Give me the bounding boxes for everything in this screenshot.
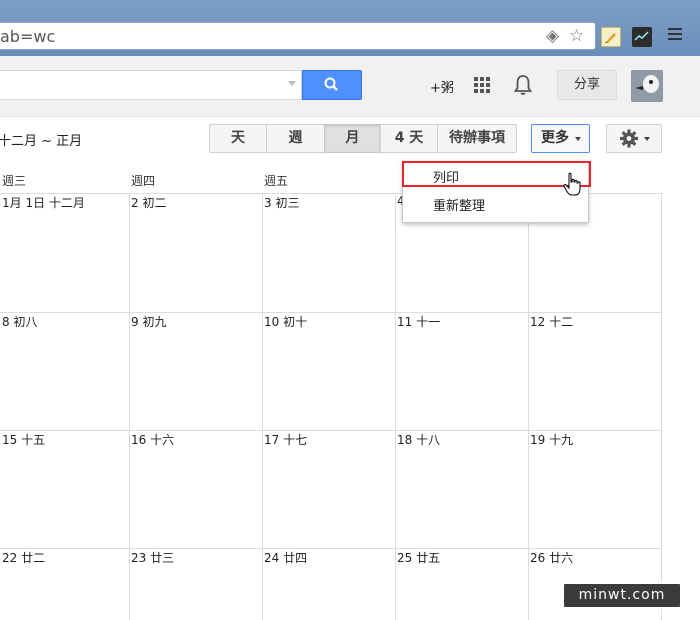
day-cell-label[interactable]: 22 廿二 [2,549,45,566]
view-month-button[interactable]: 月 [324,124,381,153]
google-plus-link[interactable]: +粥 [430,77,454,96]
day-cell[interactable]: 9 初九 [129,312,262,430]
day-cell[interactable]: 18 十八 [395,430,528,548]
day-cell-label[interactable]: 25 廿五 [397,549,440,566]
view-day-button[interactable]: 天 [209,124,267,153]
day-header: 週三 [2,174,27,188]
day-header: 週四 [131,174,156,188]
day-cell-label[interactable]: 18 十八 [397,431,440,448]
more-button-label: 更多 [541,130,569,146]
day-cell[interactable]: 15 十五 [0,430,129,548]
day-cell[interactable]: 12 十二 [528,312,661,430]
day-cell-label[interactable]: 11 十一 [397,313,440,330]
view-week-button[interactable]: 週 [266,124,325,153]
day-cell-label[interactable]: 23 廿三 [131,549,174,566]
more-button[interactable]: 更多 [531,124,590,153]
settings-chevron-icon [644,137,650,141]
monitor-extension-icon[interactable] [632,27,652,47]
menu-item-refresh[interactable]: 重新整理 [433,195,485,214]
day-cell-label[interactable]: 2 初二 [131,194,166,211]
notes-extension-icon[interactable] [601,27,621,47]
day-cell-label[interactable]: 26 廿六 [530,549,573,566]
view-4days-button[interactable]: 4 天 [380,124,438,153]
day-cell[interactable]: 19 十九 [528,430,661,548]
day-cell[interactable]: 25 廿五 [395,548,528,620]
day-cell[interactable]: 16 十六 [129,430,262,548]
day-cell[interactable]: 11 十一 [395,312,528,430]
grid-column-divider [661,193,662,620]
day-cell-label[interactable]: 9 初九 [131,313,166,330]
day-cell-label[interactable]: 12 十二 [530,313,573,330]
avatar[interactable] [631,70,663,102]
day-cell-label[interactable]: 17 十七 [264,431,307,448]
day-cell-label[interactable]: 15 十五 [2,431,45,448]
day-cell-label[interactable]: 24 廿四 [264,549,307,566]
apps-grid-icon[interactable] [474,77,490,93]
settings-button[interactable] [606,124,662,153]
address-bar[interactable]: ab=wc ◈ ☆ [0,22,596,50]
day-cell[interactable]: 2 初二 [129,193,262,312]
day-cell[interactable]: 10 初十 [262,312,395,430]
day-cell-label[interactable]: 16 十六 [131,431,174,448]
day-cell[interactable]: 23 廿三 [129,548,262,620]
search-icon [324,77,338,91]
day-cell[interactable]: 1月 1日 十二月 [0,193,129,312]
search-dropdown-icon[interactable] [288,81,296,86]
gear-icon [620,129,638,148]
day-header: 週五 [264,174,289,188]
date-range-title: 十二月 ~ 正月 [0,134,83,149]
bell-icon[interactable] [513,74,533,96]
day-cell-label[interactable]: 8 初八 [2,313,37,330]
bookmark-star-icon[interactable]: ☆ [569,27,584,45]
day-cell[interactable]: 24 廿四 [262,548,395,620]
hand-cursor-icon [563,172,583,198]
day-cell[interactable]: 22 廿二 [0,548,129,620]
chevron-down-icon [575,137,581,141]
watermark: minwt.com [562,582,682,609]
day-cell-label[interactable]: 10 初十 [264,313,307,330]
day-cell-label[interactable]: 3 初三 [264,194,299,211]
view-agenda-button[interactable]: 待辦事項 [437,124,517,153]
day-cell-label[interactable]: 1月 1日 十二月 [2,194,85,211]
search-input[interactable] [0,70,302,100]
share-button[interactable]: 分享 [557,70,617,100]
search-button[interactable] [302,70,362,100]
day-cell[interactable]: 3 初三 [262,193,395,312]
extension-diamond-icon[interactable]: ◈ [546,27,559,45]
day-cell[interactable]: 17 十七 [262,430,395,548]
day-cell[interactable]: 8 初八 [0,312,129,430]
address-bar-text: ab=wc [0,27,56,46]
menu-icon[interactable] [668,28,682,43]
day-cell-label[interactable]: 19 十九 [530,431,573,448]
